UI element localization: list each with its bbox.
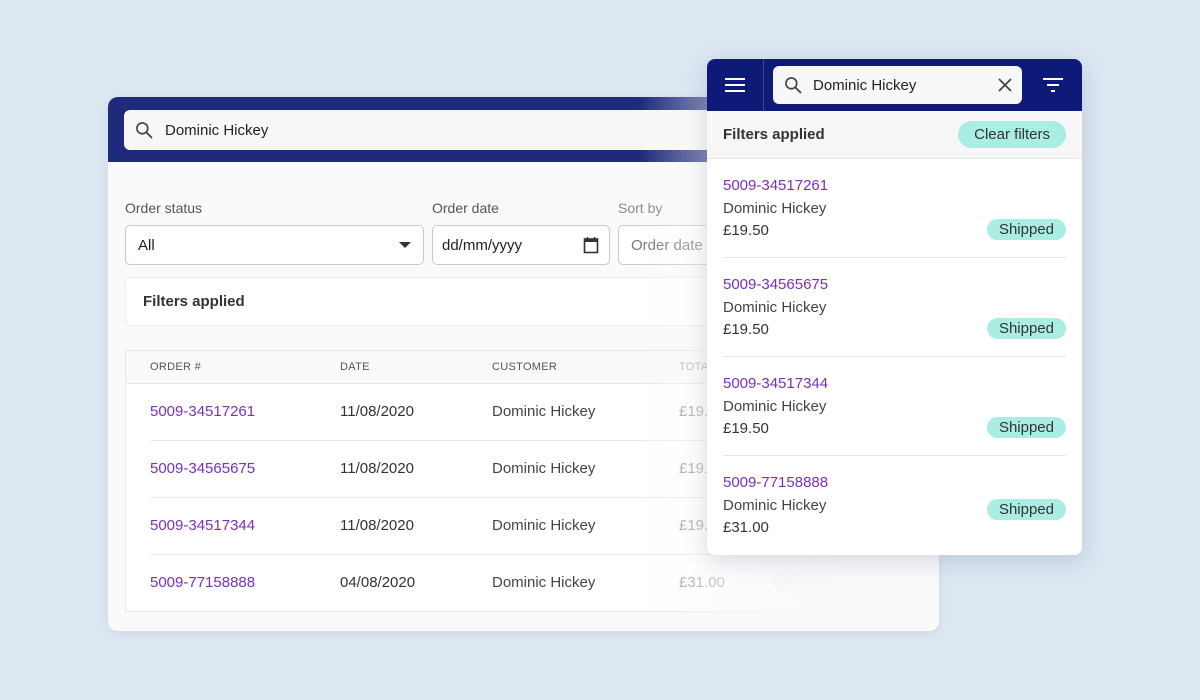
hamburger-menu-icon	[725, 78, 745, 92]
order-status-select[interactable]: All	[125, 225, 424, 265]
table-row[interactable]: 5009-77158888 04/08/2020 Dominic Hickey …	[150, 555, 890, 612]
customer-name: Dominic Hickey	[723, 299, 827, 316]
customer-name: Dominic Hickey	[723, 200, 827, 217]
order-link[interactable]: 5009-34517344	[723, 375, 828, 392]
customer-name: Dominic Hickey	[492, 403, 596, 420]
order-link[interactable]: 5009-34517344	[150, 517, 255, 534]
customer-name: Dominic Hickey	[723, 398, 827, 415]
order-link[interactable]: 5009-34565675	[723, 276, 828, 293]
customer-name: Dominic Hickey	[492, 460, 596, 477]
list-item[interactable]: 5009-77158888 Dominic Hickey £31.00 Ship…	[723, 456, 1066, 555]
customer-name: Dominic Hickey	[492, 517, 596, 534]
mobile-search-input[interactable]: Dominic Hickey	[773, 66, 1022, 104]
mobile-header: Dominic Hickey	[707, 59, 1082, 111]
order-date-field: Order date dd/mm/yyyy	[432, 200, 610, 265]
status-badge: Shipped	[986, 499, 1066, 520]
header-date[interactable]: DATE	[340, 361, 370, 373]
customer-name: Dominic Hickey	[492, 574, 596, 591]
order-status-value: All	[138, 236, 155, 254]
order-date: 11/08/2020	[340, 403, 414, 420]
mobile-search-value: Dominic Hickey	[813, 76, 917, 94]
list-item[interactable]: 5009-34517261 Dominic Hickey £19.50 Ship…	[723, 159, 1066, 258]
order-date-input[interactable]: dd/mm/yyyy	[432, 225, 610, 265]
customer-name: Dominic Hickey	[723, 497, 827, 514]
mobile-filters-applied-bar: Filters applied Clear filters	[707, 111, 1082, 159]
order-total: £19.50	[723, 420, 769, 437]
order-link[interactable]: 5009-34565675	[150, 460, 255, 477]
order-status-field: Order status All	[125, 200, 424, 265]
list-item[interactable]: 5009-34565675 Dominic Hickey £19.50 Ship…	[723, 258, 1066, 357]
order-total: £19.50	[723, 222, 769, 239]
filter-icon[interactable]	[1042, 75, 1064, 95]
search-icon	[785, 77, 802, 94]
header-customer[interactable]: CUSTOMER	[492, 361, 557, 373]
order-link[interactable]: 5009-34517261	[150, 403, 255, 420]
calendar-icon[interactable]	[583, 236, 599, 254]
order-link[interactable]: 5009-34517261	[723, 177, 828, 194]
search-icon	[136, 122, 153, 139]
list-item[interactable]: 5009-34517344 Dominic Hickey £19.50 Ship…	[723, 357, 1066, 456]
header-order[interactable]: ORDER #	[150, 361, 201, 373]
dropdown-caret-icon	[399, 242, 411, 248]
status-badge: Shipped	[986, 219, 1066, 240]
desktop-search-value: Dominic Hickey	[165, 121, 269, 139]
order-date-placeholder: dd/mm/yyyy	[442, 236, 523, 254]
order-total: £31.00	[679, 574, 725, 591]
status-badge: Shipped	[986, 417, 1066, 438]
order-status-label: Order status	[125, 200, 203, 216]
clear-search-icon[interactable]	[998, 78, 1012, 92]
order-total: £19.50	[723, 321, 769, 338]
order-date: 11/08/2020	[340, 517, 414, 534]
order-date: 04/08/2020	[340, 574, 416, 591]
menu-button[interactable]	[707, 59, 764, 111]
order-date: 11/08/2020	[340, 460, 414, 477]
clear-filters-button[interactable]: Clear filters	[958, 121, 1066, 148]
mobile-orders-panel: Dominic Hickey Filters applied Clear fil…	[707, 59, 1082, 555]
filters-applied-label: Filters applied	[723, 126, 825, 143]
order-date-label: Order date	[432, 200, 499, 216]
order-link[interactable]: 5009-77158888	[150, 574, 255, 591]
status-badge: Shipped	[772, 571, 848, 593]
sort-by-value: Order date	[631, 236, 703, 254]
status-badge: Shipped	[986, 318, 1066, 339]
order-link[interactable]: 5009-77158888	[723, 474, 828, 491]
order-total: £31.00	[723, 519, 769, 536]
